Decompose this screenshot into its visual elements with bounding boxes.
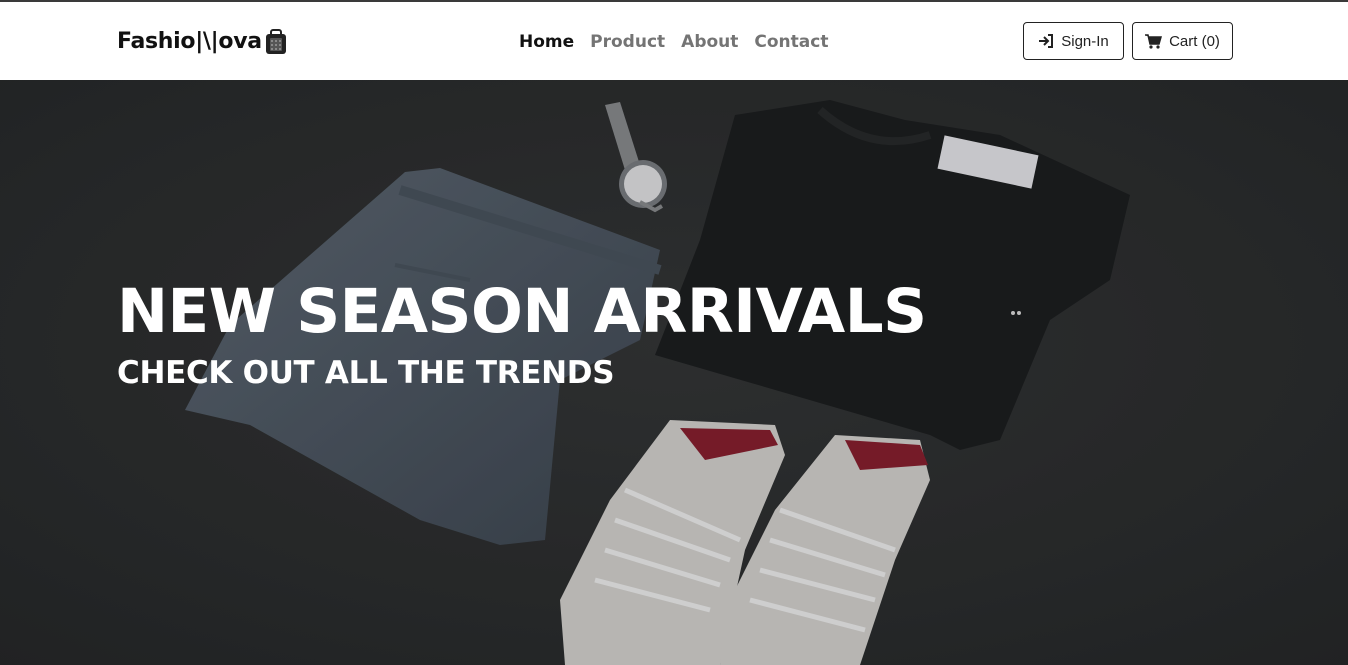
shopping-bag-icon bbox=[264, 29, 288, 55]
sign-in-icon bbox=[1038, 34, 1054, 48]
brand-name: Fashio|\|ova bbox=[117, 29, 262, 54]
cart-icon bbox=[1145, 33, 1163, 49]
brand-logo[interactable]: Fashio|\|ova bbox=[117, 28, 288, 56]
cart-button[interactable]: Cart (0) bbox=[1132, 22, 1233, 60]
hero-banner: NEW SEASON ARRIVALS CHECK OUT ALL THE TR… bbox=[0, 80, 1348, 665]
nav-links: Home Product About Contact bbox=[519, 31, 828, 53]
sign-in-button[interactable]: Sign-In bbox=[1023, 22, 1124, 60]
hero-title: NEW SEASON ARRIVALS bbox=[117, 276, 927, 347]
hero-subtitle: CHECK OUT ALL THE TRENDS bbox=[117, 355, 615, 391]
nav-link-contact[interactable]: Contact bbox=[754, 31, 828, 53]
nav-link-home[interactable]: Home bbox=[519, 31, 574, 53]
sign-in-label: Sign-In bbox=[1061, 32, 1109, 50]
navbar: Fashio|\|ova Home Product About Contact bbox=[0, 2, 1348, 80]
nav-link-product[interactable]: Product bbox=[590, 31, 665, 53]
cart-label: Cart (0) bbox=[1169, 32, 1220, 50]
nav-link-about[interactable]: About bbox=[681, 31, 738, 53]
